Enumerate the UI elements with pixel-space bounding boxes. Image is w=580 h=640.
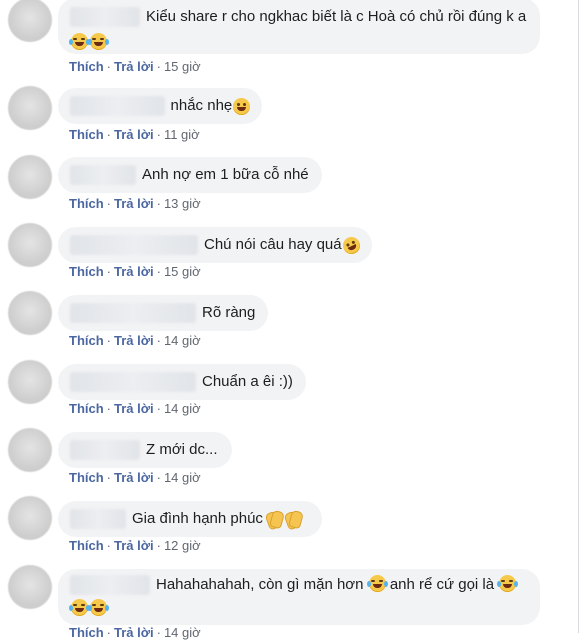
- reply-link[interactable]: Trả lời: [114, 470, 154, 485]
- grinning-emoji-icon: [233, 97, 250, 115]
- comment-time[interactable]: 11 giờ: [164, 127, 200, 142]
- reply-link[interactable]: Trả lời: [114, 264, 154, 279]
- comment-time[interactable]: 15 giờ: [164, 264, 201, 279]
- tears-of-joy-emoji-icon: [88, 599, 109, 616]
- reply-link[interactable]: Trả lời: [114, 538, 154, 553]
- comment-bubble: Rõ ràng: [58, 295, 268, 331]
- comment-text: Anh nợ em 1 bữa cỗ nhé: [142, 166, 309, 183]
- commenter-name-redacted[interactable]: [70, 165, 136, 185]
- like-link[interactable]: Thích: [69, 470, 104, 485]
- reply-link[interactable]: Trả lời: [114, 196, 154, 211]
- comment-text: Gia đình hạnh phúc: [132, 510, 263, 527]
- comment-text-continued: anh rể cứ gọi là: [389, 576, 495, 593]
- comment-text: Chú nói câu hay quá: [204, 236, 342, 253]
- comment-time[interactable]: 15 giờ: [164, 59, 201, 74]
- comment-text: Hahahahahah, còn gì mặn hơn: [156, 576, 364, 593]
- like-link[interactable]: Thích: [69, 401, 104, 416]
- tears-of-joy-emoji-icon: [88, 33, 109, 50]
- comment-actions: Thích · Trả lời · 14 giờ: [69, 470, 201, 485]
- comment-time[interactable]: 14 giờ: [164, 470, 201, 485]
- avatar[interactable]: [8, 155, 52, 199]
- like-link[interactable]: Thích: [69, 264, 104, 279]
- tears-of-joy-emoji-icon: [366, 575, 388, 592]
- like-link[interactable]: Thích: [69, 333, 104, 348]
- comment-bubble: Gia đình hạnh phúc: [58, 501, 322, 537]
- commenter-name-redacted[interactable]: [70, 372, 196, 392]
- commenter-name-redacted[interactable]: [70, 303, 196, 323]
- like-link[interactable]: Thích: [69, 59, 104, 74]
- comment-text: Chuẩn a êi :)): [202, 373, 293, 390]
- like-link[interactable]: Thích: [69, 127, 104, 142]
- clapping-hands-emoji-icon: [266, 510, 282, 528]
- comment-actions: Thích · Trả lời · 15 giờ: [69, 59, 201, 74]
- commenter-name-redacted[interactable]: [70, 440, 140, 460]
- avatar[interactable]: [8, 428, 52, 472]
- avatar[interactable]: [8, 0, 52, 42]
- like-link[interactable]: Thích: [69, 196, 104, 211]
- comment-time[interactable]: 14 giờ: [164, 401, 201, 416]
- avatar[interactable]: [8, 496, 52, 540]
- comment-bubble: Anh nợ em 1 bữa cỗ nhé: [58, 157, 322, 193]
- reply-link[interactable]: Trả lời: [114, 127, 154, 142]
- tears-of-joy-emoji-icon: [497, 575, 519, 592]
- comment-text: Rõ ràng: [202, 304, 256, 321]
- clapping-hands-emoji-icon: [285, 510, 301, 528]
- comment-text: Z mới dc...: [146, 441, 218, 458]
- reply-link[interactable]: Trả lời: [114, 59, 154, 74]
- commenter-name-redacted[interactable]: [70, 7, 140, 28]
- avatar[interactable]: [8, 86, 52, 130]
- tears-of-joy-emoji-icon: [69, 599, 90, 616]
- comment-bubble: Chú nói câu hay quá: [58, 227, 372, 263]
- comment-bubble: Kiểu share r cho ngkhac biết là c Hoà có…: [58, 0, 540, 54]
- comment-actions: Thích · Trả lời · 15 giờ: [69, 264, 201, 279]
- avatar[interactable]: [8, 291, 52, 335]
- comment-actions: Thích · Trả lời · 14 giờ: [69, 401, 201, 416]
- rolling-laughing-emoji-icon: [339, 233, 363, 257]
- comment-bubble: Chuẩn a êi :)): [58, 364, 306, 400]
- avatar[interactable]: [8, 360, 52, 404]
- comment-time[interactable]: 12 giờ: [164, 538, 201, 553]
- commenter-name-redacted[interactable]: [70, 575, 150, 596]
- tears-of-joy-emoji-icon: [69, 33, 90, 50]
- comment-actions: Thích · Trả lời · 11 giờ: [69, 127, 200, 142]
- comment-text: Kiểu share r cho ngkhac biết là c Hoà có…: [146, 8, 527, 25]
- avatar[interactable]: [8, 565, 52, 609]
- comment-bubble: nhắc nhẹ: [58, 88, 262, 124]
- comment-actions: Thích · Trả lời · 13 giờ: [69, 196, 201, 211]
- comment-bubble: Hahahahahah, còn gì mặn hơn anh rể cứ gọ…: [58, 569, 540, 625]
- comment-actions: Thích · Trả lời · 12 giờ: [69, 538, 201, 553]
- reply-link[interactable]: Trả lời: [114, 333, 154, 348]
- comment-time[interactable]: 14 giờ: [164, 333, 201, 348]
- comment-bubble: Z mới dc...: [58, 432, 232, 468]
- avatar[interactable]: [8, 223, 52, 267]
- comment-thread: Kiểu share r cho ngkhac biết là c Hoà có…: [0, 0, 579, 640]
- commenter-name-redacted[interactable]: [70, 96, 165, 116]
- commenter-name-redacted[interactable]: [70, 509, 126, 529]
- reply-link[interactable]: Trả lời: [114, 401, 154, 416]
- comment-actions: Thích · Trả lời · 14 giờ: [69, 333, 201, 348]
- comment-text: nhắc nhẹ: [170, 97, 233, 114]
- comment-time[interactable]: 13 giờ: [164, 196, 201, 211]
- like-link[interactable]: Thích: [69, 538, 104, 553]
- commenter-name-redacted[interactable]: [70, 235, 198, 255]
